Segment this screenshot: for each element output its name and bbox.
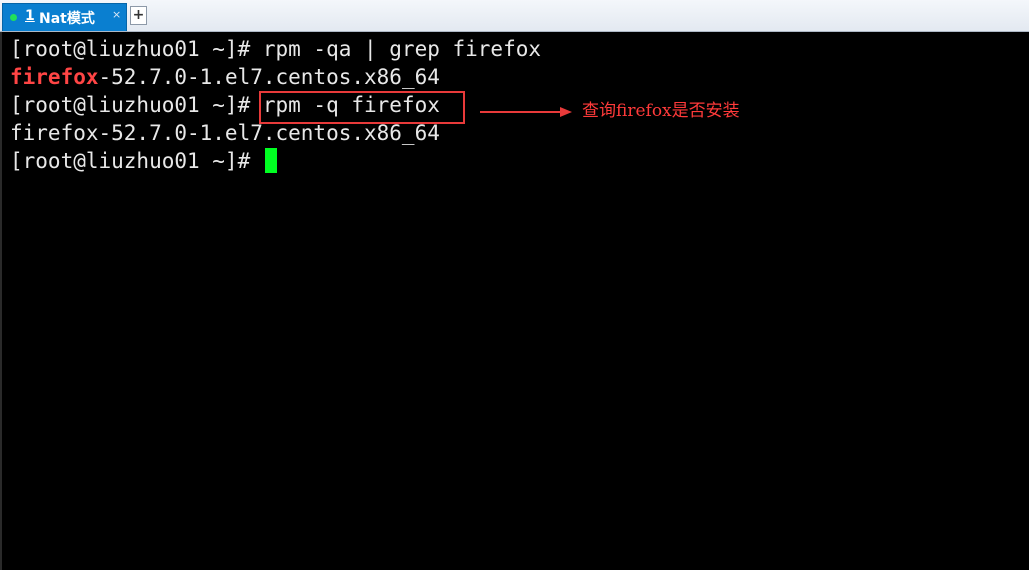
annotation-highlight-box <box>259 91 465 124</box>
connection-status-dot <box>10 14 17 21</box>
text-cursor <box>264 148 277 173</box>
terminal-window: 1 Nat模式 × + [root@liuzhuo01 ~]# rpm -qa … <box>0 0 1029 570</box>
tab-number: 1 <box>25 8 35 24</box>
output-text: firefox-52.7.0-1.el7.centos.x86_64 <box>10 121 440 145</box>
shell-prompt: [root@liuzhuo01 ~]# <box>10 93 251 117</box>
new-tab-button[interactable]: + <box>130 6 147 25</box>
close-tab-icon[interactable]: × <box>112 8 121 21</box>
annotation-arrow-icon <box>480 107 572 117</box>
command-text: rpm -qa | grep firefox <box>250 37 542 61</box>
grep-match-highlight: firefox <box>10 65 99 89</box>
terminal-line: [root@liuzhuo01 ~]# <box>10 147 277 175</box>
tab-label: Nat模式 <box>39 11 95 27</box>
annotation-label: 查询firefox是否安装 <box>582 101 740 121</box>
output-text: -52.7.0-1.el7.centos.x86_64 <box>98 65 440 89</box>
terminal-line: [root@liuzhuo01 ~]# rpm -qa | grep firef… <box>10 35 541 63</box>
terminal-line: firefox-52.7.0-1.el7.centos.x86_64 <box>10 63 440 91</box>
tab-nat-mode[interactable]: 1 Nat模式 × <box>2 3 127 31</box>
tab-bar: 1 Nat模式 × + <box>0 0 1029 32</box>
terminal-output[interactable]: [root@liuzhuo01 ~]# rpm -qa | grep firef… <box>0 32 1029 570</box>
shell-prompt: [root@liuzhuo01 ~]# <box>10 149 251 173</box>
shell-prompt: [root@liuzhuo01 ~]# <box>10 37 251 61</box>
command-text <box>250 149 263 173</box>
